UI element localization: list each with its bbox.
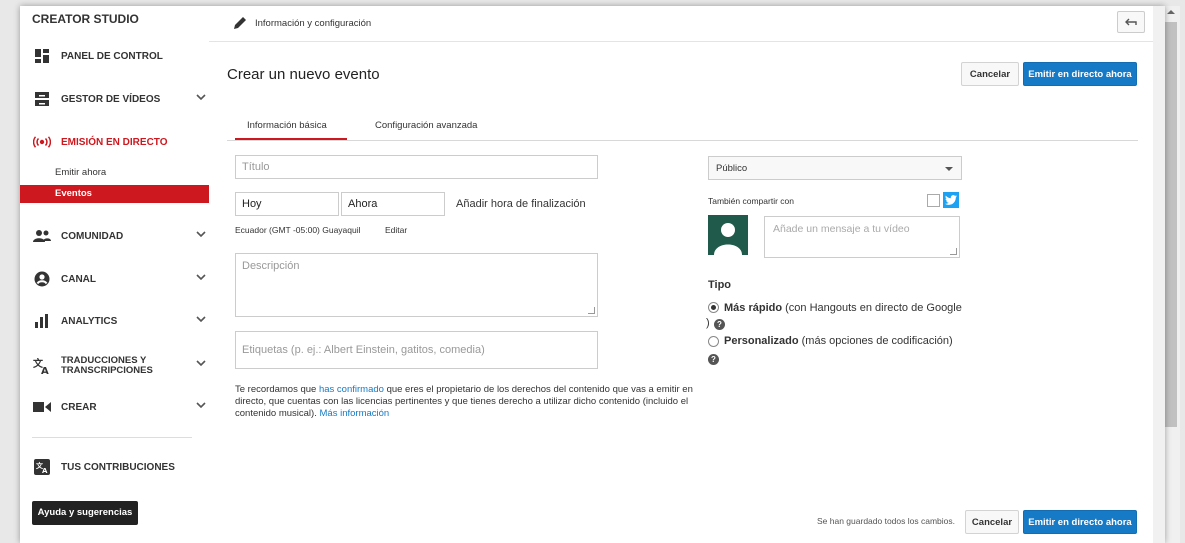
- title-input[interactable]: Título: [235, 155, 598, 179]
- share-message-textarea[interactable]: Añade un mensaje a tu vídeo: [764, 216, 960, 258]
- sidebar-item-label: CREAR: [61, 401, 97, 413]
- chevron-down-icon[interactable]: [196, 315, 206, 326]
- sidebar-title: CREATOR STUDIO: [32, 12, 139, 26]
- dashboard-icon: [31, 48, 53, 64]
- back-button[interactable]: [1117, 11, 1145, 33]
- sidebar-subitem-stream-now[interactable]: Emitir ahora: [20, 164, 220, 182]
- sidebar-item-channel[interactable]: CANAL: [20, 259, 220, 299]
- avatar: [708, 215, 748, 255]
- chevron-down-icon[interactable]: [196, 360, 206, 370]
- chevron-down-icon[interactable]: [196, 230, 206, 241]
- main-content: Información y configuración Crear un nue…: [209, 6, 1153, 543]
- sidebar-item-label: PANEL DE CONTROL: [61, 50, 163, 62]
- sidebar-item-dashboard[interactable]: PANEL DE CONTROL: [20, 36, 220, 76]
- chevron-down-icon[interactable]: [196, 273, 206, 284]
- confirmed-link[interactable]: has confirmado: [319, 384, 384, 395]
- sidebar-subitem-events[interactable]: Eventos: [20, 185, 220, 203]
- sidebar-item-label: COMUNIDAD: [61, 230, 124, 242]
- share-message-placeholder: Añade un mensaje a tu vídeo: [773, 223, 910, 235]
- chevron-down-icon[interactable]: [196, 93, 206, 104]
- contributions-icon: 文A: [31, 459, 53, 475]
- sidebar-item-video-manager[interactable]: GESTOR DE VÍDEOS: [20, 79, 220, 119]
- type-label: Tipo: [708, 279, 732, 291]
- tab-basic-info[interactable]: Información básica: [247, 120, 327, 131]
- option-custom-desc: (más opciones de codificación): [801, 335, 953, 347]
- option-fastest-tail: ): [706, 317, 710, 329]
- go-live-button[interactable]: Emitir en directo ahora: [1023, 62, 1137, 86]
- privacy-select[interactable]: Público: [708, 156, 962, 180]
- sidebar-item-label: CANAL: [61, 273, 96, 285]
- sidebar: CREATOR STUDIO PANEL DE CONTROL GESTOR D…: [20, 6, 220, 543]
- tab-advanced-settings[interactable]: Configuración avanzada: [375, 120, 477, 131]
- radio-custom[interactable]: [708, 336, 719, 347]
- date-input[interactable]: Hoy: [235, 192, 339, 216]
- svg-text:A: A: [41, 366, 49, 374]
- option-fastest-title: Más rápido: [724, 302, 783, 314]
- radio-fastest[interactable]: [708, 302, 719, 313]
- scrollbar-thumb[interactable]: [1165, 22, 1177, 427]
- timezone-label: Ecuador (GMT -05:00) Guayaquil: [235, 225, 361, 235]
- sidebar-item-label: TRADUCCIONES Y TRANSCRIPCIONES: [61, 355, 153, 376]
- chevron-down-icon[interactable]: [196, 401, 206, 412]
- sidebar-item-contributions[interactable]: 文A TUS CONTRIBUCIONES: [20, 447, 220, 487]
- add-end-time-link[interactable]: Añadir hora de finalización: [456, 198, 586, 210]
- sidebar-item-translations[interactable]: 文A TRADUCCIONES Y TRANSCRIPCIONES: [20, 346, 220, 386]
- svg-text:A: A: [42, 467, 48, 475]
- sidebar-item-community[interactable]: COMUNIDAD: [20, 216, 220, 256]
- sidebar-item-label: TUS CONTRIBUCIONES: [61, 461, 175, 473]
- cancel-button[interactable]: Cancelar: [961, 62, 1019, 86]
- time-input[interactable]: Ahora: [341, 192, 445, 216]
- video-manager-icon: [31, 91, 53, 107]
- footer-cancel-button[interactable]: Cancelar: [965, 510, 1019, 534]
- option-fastest-desc: (con Hangouts en directo de Google: [785, 302, 962, 314]
- resize-handle-icon[interactable]: [588, 307, 595, 314]
- more-info-link[interactable]: Más información: [320, 408, 390, 419]
- option-custom-label: Personalizado (más opciones de codificac…: [724, 335, 953, 347]
- sidebar-item-label: GESTOR DE VÍDEOS: [61, 93, 161, 105]
- pencil-icon: [233, 16, 249, 35]
- description-textarea[interactable]: Descripción: [235, 253, 598, 317]
- analytics-icon: [31, 314, 53, 328]
- translate-icon: 文A: [31, 358, 53, 374]
- share-checkbox[interactable]: [927, 194, 940, 207]
- tabs-divider: [227, 140, 1138, 141]
- scroll-up-arrow-icon[interactable]: [1167, 10, 1175, 14]
- create-icon: [31, 401, 53, 413]
- live-broadcast-icon: [31, 136, 53, 148]
- sidebar-item-analytics[interactable]: ANALYTICS: [20, 301, 220, 341]
- description-placeholder: Descripción: [242, 260, 300, 272]
- sidebar-item-label: EMISIÓN EN DIRECTO: [61, 136, 168, 148]
- saved-status: Se han guardado todos los cambios.: [817, 516, 955, 526]
- channel-icon: [31, 271, 53, 287]
- app-window: CREATOR STUDIO PANEL DE CONTROL GESTOR D…: [20, 6, 1165, 543]
- twitter-icon[interactable]: [943, 192, 959, 208]
- sidebar-item-live[interactable]: EMISIÓN EN DIRECTO: [20, 122, 220, 162]
- resize-handle-icon[interactable]: [950, 248, 957, 255]
- privacy-value: Público: [716, 162, 748, 174]
- sidebar-item-create[interactable]: CREAR: [20, 387, 220, 427]
- help-icon[interactable]: ?: [708, 354, 719, 365]
- top-bar-title: Información y configuración: [255, 18, 372, 29]
- help-feedback-button[interactable]: Ayuda y sugerencias: [32, 501, 138, 525]
- tags-input[interactable]: Etiquetas (p. ej.: Albert Einstein, gati…: [235, 331, 598, 369]
- page-title: Crear un nuevo evento: [227, 66, 380, 83]
- edit-timezone-link[interactable]: Editar: [385, 225, 407, 235]
- community-icon: [31, 229, 53, 243]
- option-fastest-label: Más rápido (con Hangouts en directo de G…: [724, 302, 962, 314]
- rights-notice: Te recordamos que has confirmado que ere…: [235, 384, 725, 420]
- option-custom-title: Personalizado: [724, 335, 799, 347]
- sidebar-divider: [32, 437, 192, 438]
- footer-go-live-button[interactable]: Emitir en directo ahora: [1023, 510, 1137, 534]
- top-bar: Información y configuración: [209, 6, 1153, 42]
- share-label: También compartir con: [708, 196, 794, 206]
- caret-down-icon: [945, 167, 953, 171]
- sidebar-item-label: ANALYTICS: [61, 315, 118, 327]
- notice-text-1: Te recordamos que: [235, 384, 317, 395]
- back-arrow-icon: [1125, 13, 1137, 31]
- help-icon[interactable]: ?: [714, 319, 725, 330]
